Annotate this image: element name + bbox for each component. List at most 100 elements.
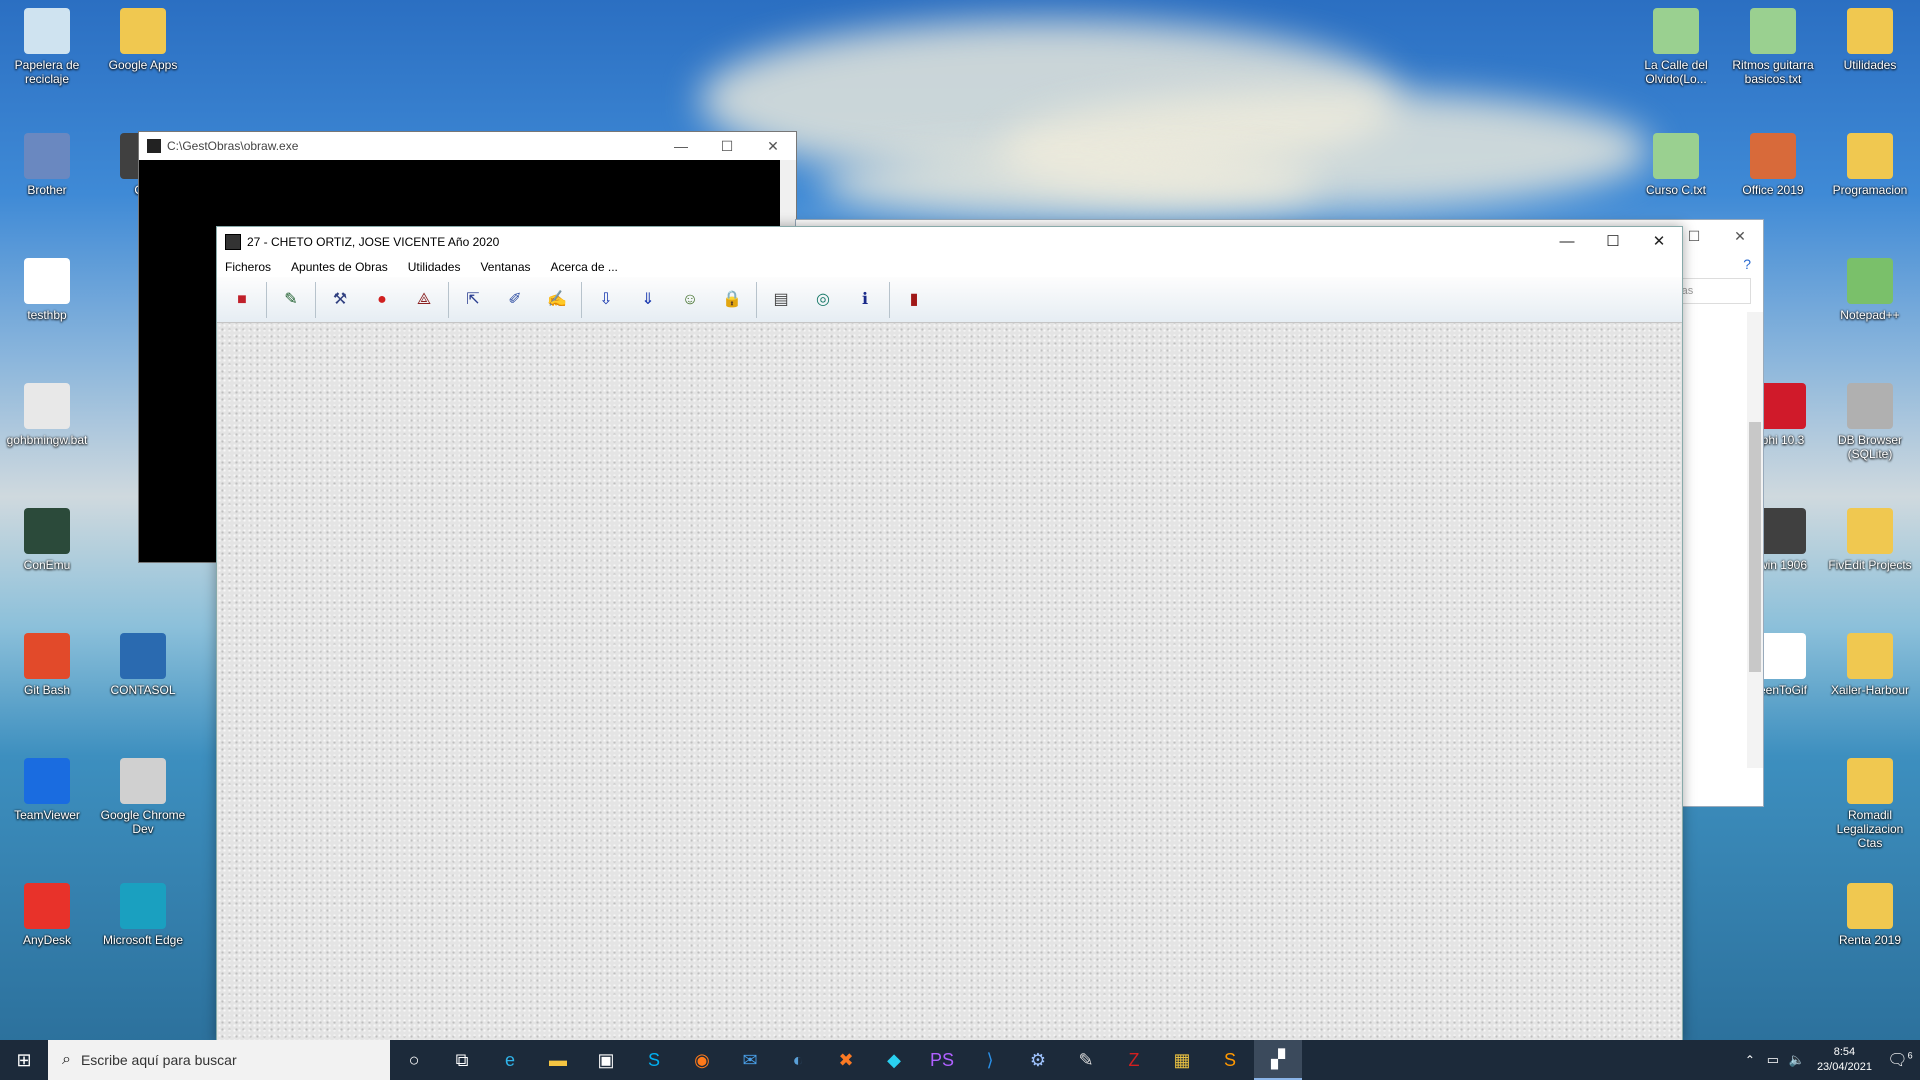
filezilla-icon[interactable]: Z [1110,1040,1158,1080]
desktop-icon-shortcut[interactable]: ConEmu [1,508,93,572]
xampp-icon[interactable]: ✖ [822,1040,870,1080]
desktop-icon-shortcut[interactable]: gohbmingw.bat [1,383,93,447]
generic-app-icon[interactable]: ◆ [870,1040,918,1080]
menu-item-utilidades[interactable]: Utilidades [408,260,461,274]
desktop-icon-label: TeamViewer [14,808,80,822]
anydesk-icon [24,883,70,929]
desktop-icon-shortcut[interactable]: FivEdit Projects [1824,508,1916,572]
desktop-icon-shortcut[interactable]: Google Apps [97,8,189,72]
desktop-icon-shortcut[interactable]: DB Browser (SQLite) [1824,383,1916,461]
desktop-icon-shortcut[interactable]: Papelera de reciclaje [1,8,93,86]
folder-icon [1847,508,1893,554]
exit-door-icon[interactable]: ▮ [898,284,930,316]
store-icon[interactable]: ▣ [582,1040,630,1080]
explorer-scrollbar[interactable] [1747,312,1763,768]
skype-icon[interactable]: S [630,1040,678,1080]
notification-center-icon[interactable]: 🗨6 [1880,1050,1920,1070]
info-icon[interactable]: ℹ [849,284,881,316]
gestobras-icon[interactable]: ▞ [1254,1040,1302,1080]
export-icon[interactable]: ⇱ [457,284,489,316]
sublime-icon[interactable]: S [1206,1040,1254,1080]
document-download-icon[interactable]: ⇩ [590,284,622,316]
mysql-workbench-icon[interactable]: ◐ [774,1040,822,1080]
mdi-client-area[interactable] [217,323,1682,1042]
tools-icon[interactable]: ⚒ [324,284,356,316]
maximize-icon[interactable]: ☐ [1590,227,1636,257]
desktop-icon-label: Curso C.txt [1645,183,1706,197]
edge-icon[interactable]: e [486,1040,534,1080]
desktop-icon-shortcut[interactable]: testhbp [1,258,93,322]
taskbar-search[interactable]: ⌕ Escribe aquí para buscar [48,1040,390,1080]
firefox-icon[interactable]: ◉ [678,1040,726,1080]
desktop-icon-shortcut[interactable]: Romadil Legalizacion Ctas [1824,758,1916,850]
grid-app-icon[interactable]: ▦ [1158,1040,1206,1080]
task-view-icon[interactable]: ⧉ [438,1040,486,1080]
desktop-icon-shortcut[interactable]: AnyDesk [1,883,93,947]
maximize-icon[interactable]: ☐ [704,138,750,155]
vscode-icon[interactable]: ⟩ [966,1040,1014,1080]
app-tool-icon[interactable]: ✎ [1062,1040,1110,1080]
report-icon[interactable]: ✍ [541,284,573,316]
conemu-icon [24,508,70,554]
desktop-icon-shortcut[interactable]: Ritmos guitarra basicos.txt [1727,8,1819,86]
desktop-icon-label: DB Browser (SQLite) [1837,433,1902,461]
desktop-icon-shortcut[interactable]: La Calle del Olvido(Lo... [1630,8,1722,86]
cortana-icon[interactable]: ○ [390,1040,438,1080]
desktop-icon-label: Google Chrome Dev [100,808,186,836]
volume-icon[interactable]: 🔈 [1785,1040,1809,1080]
globe-icon[interactable]: ◎ [807,284,839,316]
minimize-icon[interactable]: — [658,138,704,154]
desktop-icon-shortcut[interactable]: Programacion [1824,133,1916,197]
desktop-icon-shortcut[interactable]: Microsoft Edge [97,883,189,947]
network-icon[interactable]: ▭ [1761,1040,1785,1080]
file-explorer-icon[interactable]: ▬ [534,1040,582,1080]
desktop-icon-shortcut[interactable]: Office 2019 [1727,133,1819,197]
close-icon[interactable]: ✕ [1717,228,1763,245]
users-icon[interactable]: ☺ [674,284,706,316]
palette-icon[interactable]: ● [366,284,398,316]
clock[interactable]: 8:54 23/04/2021 [1817,1045,1872,1075]
desktop-icon-shortcut[interactable]: Xailer-Harbour [1824,633,1916,697]
menu-item-apuntes-de-obras[interactable]: Apuntes de Obras [291,260,388,274]
scrollbar-thumb[interactable] [1749,422,1761,672]
desktop-icon-shortcut[interactable]: CONTASOL [97,633,189,697]
notification-count: 6 [1907,1050,1913,1061]
chrome-dev-icon [120,758,166,804]
compass-icon[interactable]: ⟁ [408,284,440,316]
notebook-edit-icon[interactable]: ✐ [499,284,531,316]
desktop-icon-shortcut[interactable]: Renta 2019 [1824,883,1916,947]
window-title: 27 - CHETO ORTIZ, JOSE VICENTE Año 2020 [247,235,500,249]
lock-icon[interactable]: 🔒 [716,284,748,316]
briefcase-icon[interactable]: ■ [226,284,258,316]
chart-edit-icon[interactable]: ✎ [275,284,307,316]
desktop-icon-shortcut[interactable]: TeamViewer [1,758,93,822]
calculator-icon[interactable]: ▤ [765,284,797,316]
close-icon[interactable]: ✕ [750,138,796,155]
desktop-icon-shortcut[interactable]: Git Bash [1,633,93,697]
console-titlebar[interactable]: C:\GestObras\obraw.exe — ☐ ✕ [139,132,796,160]
close-icon[interactable]: ✕ [1636,227,1682,257]
desktop-icon-shortcut[interactable]: Curso C.txt [1630,133,1722,197]
save-icon[interactable]: ⇓ [632,284,664,316]
desktop-icon-shortcut[interactable]: Google Chrome Dev [97,758,189,836]
menu-item-ficheros[interactable]: Ficheros [225,260,271,274]
phpstorm-icon[interactable]: PS [918,1040,966,1080]
toolbar-separator [266,281,267,318]
menu-item-ventanas[interactable]: Ventanas [480,260,530,274]
menu-item-acerca-de[interactable]: Acerca de ... [551,260,618,274]
main-app-window[interactable]: 27 - CHETO ORTIZ, JOSE VICENTE Año 2020 … [216,226,1683,1043]
main-titlebar[interactable]: 27 - CHETO ORTIZ, JOSE VICENTE Año 2020 … [217,227,1682,257]
minimize-icon[interactable]: — [1544,227,1590,257]
desktop-icon-shortcut[interactable]: Utilidades [1824,8,1916,72]
help-icon[interactable]: ? [1743,256,1751,272]
toolbar: ■ ✎ ⚒ ● ⟁ ⇱ ✐ ✍ ⇩ ⇓ ☺ 🔒 ▤ ◎ ℹ ▮ [217,277,1682,323]
chevron-up-icon[interactable]: ⌃ [1739,1040,1761,1080]
explorer-search-input[interactable]: ras [1671,278,1751,304]
notepadpp-icon [1847,258,1893,304]
windows-start-icon[interactable]: ⊞ [0,1040,48,1080]
desktop-icon-shortcut[interactable]: Notepad++ [1824,258,1916,322]
mail-icon[interactable]: ✉ [726,1040,774,1080]
settings-icon[interactable]: ⚙ [1014,1040,1062,1080]
desktop-icon-label: Xailer-Harbour [1830,683,1910,697]
desktop-icon-shortcut[interactable]: Brother [1,133,93,197]
